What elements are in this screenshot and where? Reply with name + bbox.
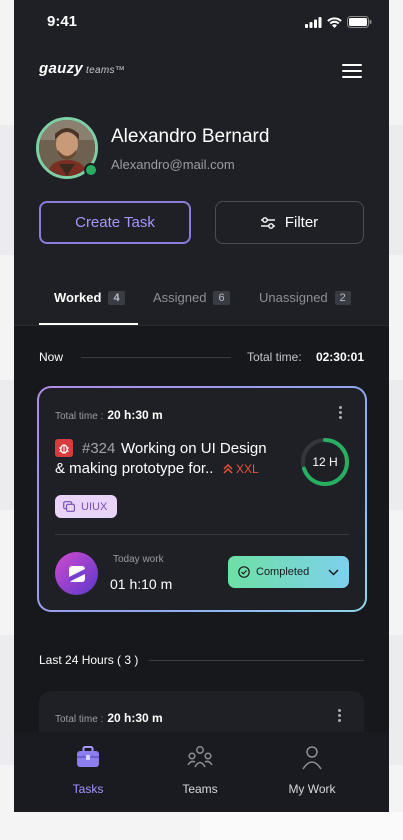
tab-unassigned[interactable]: Unassigned 2 <box>259 290 351 305</box>
battery-icon <box>347 16 372 28</box>
app-header: gauzy teams™ <box>14 44 389 96</box>
double-chevron-up-icon <box>223 464 233 474</box>
status-dropdown[interactable]: Completed <box>228 556 349 588</box>
signal-icon <box>305 16 322 28</box>
nav-my-work[interactable]: My Work <box>262 744 362 796</box>
card-total-time: Total time :20 h:30 m <box>55 711 163 725</box>
last-24-hours-header: Last 24 Hours ( 3 ) <box>39 653 364 667</box>
total-time-label: Total time: <box>247 350 302 364</box>
chevron-down-icon <box>328 568 339 576</box>
active-tab-indicator <box>39 323 138 325</box>
user-name: Alexandro Bernard <box>111 126 270 147</box>
tab-count: 6 <box>213 290 230 305</box>
today-work-value: 01 h:10 m <box>110 576 173 592</box>
now-label: Now <box>39 350 64 364</box>
now-section-header: Now Total time: 02:30:01 <box>39 350 364 364</box>
tab-count: 4 <box>108 290 125 305</box>
create-task-button[interactable]: Create Task <box>39 201 191 244</box>
sliders-icon <box>260 216 275 229</box>
active-task-card[interactable]: Total time :20 h:30 m #324 Working on UI… <box>37 386 367 612</box>
task-tabs: Worked 4 Assigned 6 Unassigned 2 <box>14 280 389 326</box>
divider <box>81 357 231 358</box>
task-list: Now Total time: 02:30:01 Total time :20 … <box>14 326 389 771</box>
team-logo-icon <box>68 565 85 582</box>
total-time-value: 02:30:01 <box>315 350 364 364</box>
task-label-tag[interactable]: UIUX <box>55 495 118 518</box>
briefcase-icon <box>77 746 99 767</box>
card-total-label: Total time : <box>55 714 104 725</box>
task-title: Working on UI Design <box>121 440 267 457</box>
card-total-value: 20 h:30 m <box>107 408 163 422</box>
more-options-icon[interactable] <box>339 406 343 421</box>
phone-screen: 9:41 gauzy teams™ Alexandro Bernard Alex… <box>14 0 389 812</box>
people-icon <box>187 746 213 768</box>
status-bar: 9:41 <box>14 0 389 44</box>
clock: 9:41 <box>47 13 78 30</box>
nav-teams[interactable]: Teams <box>150 744 250 796</box>
divider <box>149 660 364 661</box>
check-circle-icon <box>238 566 250 578</box>
tab-count: 2 <box>334 290 351 305</box>
status-icons <box>305 16 372 28</box>
card-total-value: 20 h:30 m <box>107 711 163 725</box>
tab-label: Assigned <box>153 290 207 305</box>
nav-label: Teams <box>182 782 218 796</box>
background-band <box>200 812 403 840</box>
nav-tasks[interactable]: Tasks <box>38 744 138 796</box>
user-icon <box>302 746 322 770</box>
status-label: Completed <box>256 566 310 578</box>
task-size: XXL <box>223 462 259 476</box>
more-options-icon[interactable] <box>338 709 342 724</box>
online-status-dot <box>84 163 98 177</box>
task-label-text: UIUX <box>81 500 108 513</box>
task-size-label: XXL <box>236 462 259 476</box>
task-number: #324 <box>82 440 116 457</box>
team-avatar[interactable] <box>55 552 98 595</box>
tab-worked[interactable]: Worked 4 <box>54 290 125 305</box>
divider <box>55 534 349 535</box>
tab-label: Worked <box>54 290 102 305</box>
estimate-label: 12 H <box>312 455 338 469</box>
wifi-icon <box>327 16 342 28</box>
tab-assigned[interactable]: Assigned 6 <box>153 290 230 305</box>
logo-text: gauzy <box>39 60 84 77</box>
filter-label: Filter <box>284 214 319 231</box>
card-total-label: Total time : <box>55 411 104 422</box>
task-title-continued: & making prototype for.. <box>55 460 214 477</box>
app-logo[interactable]: gauzy teams™ <box>39 60 125 77</box>
card-total-time: Total time :20 h:30 m <box>55 408 163 422</box>
nav-label: Tasks <box>72 782 104 796</box>
tag-icon <box>63 501 75 512</box>
bottom-navigation: Tasks Teams My Work <box>14 732 389 812</box>
user-email: Alexandro@mail.com <box>111 157 235 172</box>
filter-button[interactable]: Filter <box>215 201 364 244</box>
bug-icon <box>55 439 73 457</box>
logo-subtext: teams™ <box>86 65 126 76</box>
tab-label: Unassigned <box>259 290 328 305</box>
today-work-label: Today work <box>113 554 164 565</box>
hamburger-menu-icon[interactable] <box>342 64 362 78</box>
nav-label: My Work <box>288 782 336 796</box>
last-24-hours-label: Last 24 Hours ( 3 ) <box>39 653 139 667</box>
